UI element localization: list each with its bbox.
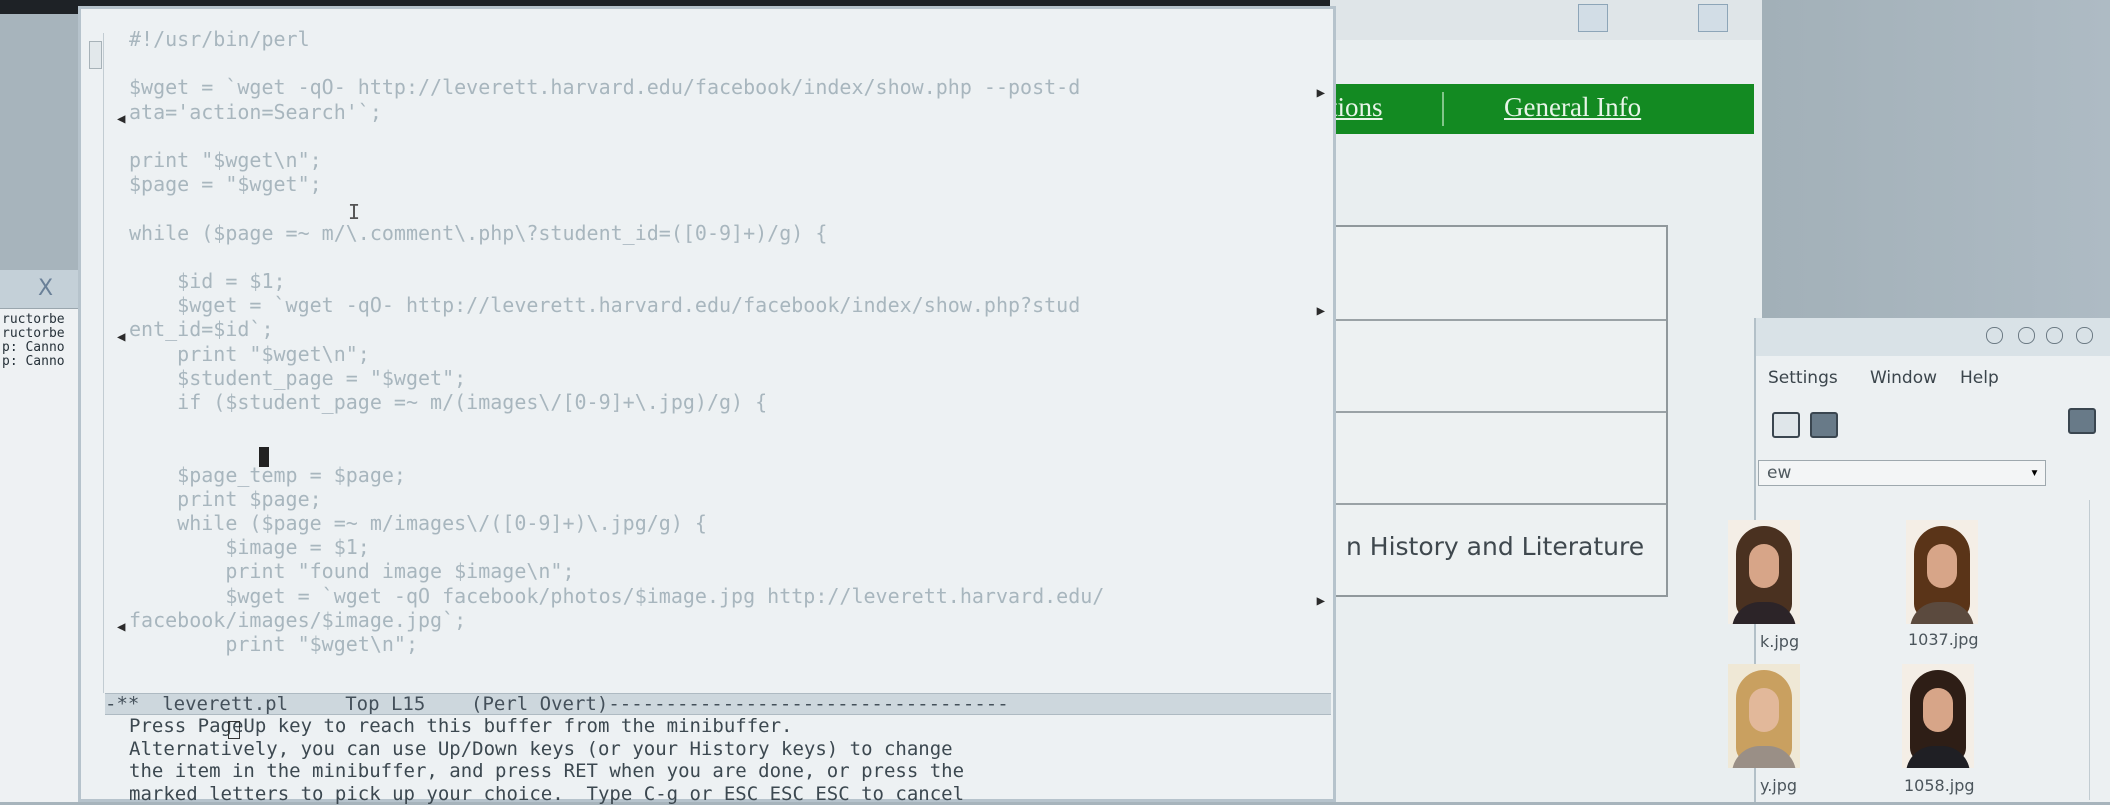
maximize-icon[interactable]	[2046, 327, 2063, 344]
code-line[interactable]: print "found image $image\n";	[129, 559, 1104, 583]
minibuffer-cursor	[228, 721, 240, 739]
continuation-arrow-icon: ▶	[1317, 303, 1325, 319]
app-icon	[2068, 408, 2096, 434]
code-line[interactable]	[129, 51, 1104, 75]
code-line[interactable]: $wget = `wget -qO facebook/photos/$image…	[129, 584, 1104, 608]
code-line[interactable]: while ($page =~ m/\.comment\.php\?studen…	[129, 221, 1104, 245]
code-line[interactable]: $wget = `wget -qO- http://leverett.harva…	[129, 75, 1104, 99]
terminal-line: ructorbe	[2, 327, 90, 341]
image-view-icon[interactable]	[1810, 412, 1838, 438]
help-icon[interactable]	[1986, 327, 2003, 344]
chevron-down-icon[interactable]: ▾	[2030, 463, 2039, 481]
nav-separator	[1442, 92, 1444, 126]
thumbnail-caption: k.jpg	[1760, 632, 1799, 651]
code-line[interactable]: $page_temp = $page;	[129, 463, 1104, 487]
code-line[interactable]: print "$wget\n";	[129, 342, 1104, 366]
mouse-ibeam-cursor: I	[348, 200, 360, 224]
thumbnail-caption: 1058.jpg	[1904, 776, 1975, 795]
thumbnail-partial[interactable]	[1728, 664, 1800, 768]
minibuffer-line: Press PageUp key to reach this buffer fr…	[129, 715, 964, 738]
terminal-line: ructorbe	[2, 313, 90, 327]
path-combo[interactable]: ew ▾	[1758, 460, 2046, 486]
terminal-line: p: Canno	[2, 355, 90, 369]
minibuffer-line: Alternatively, you can use Up/Down keys …	[129, 738, 964, 761]
browser-back-button[interactable]	[1578, 4, 1608, 32]
menu-window[interactable]: Window	[1870, 368, 1937, 388]
code-line[interactable]: if ($student_page =~ m/(images\/[0-9]+\.…	[129, 390, 1104, 414]
code-line[interactable]: $wget = `wget -qO- http://leverett.harva…	[129, 293, 1104, 317]
browser-toolbar	[1330, 0, 1762, 40]
image-browser-window[interactable]: Settings Window Help ew ▾ k.jpg 1037.jpg…	[1754, 318, 2110, 802]
thumbnail-1058[interactable]	[1902, 664, 1974, 768]
code-line[interactable]	[129, 245, 1104, 269]
minimize-icon[interactable]	[2018, 327, 2035, 344]
continuation-arrow-icon: ◀	[117, 329, 125, 345]
code-line[interactable]: print "$wget\n";	[129, 148, 1104, 172]
table-row	[1330, 411, 1666, 413]
table-row	[1330, 319, 1666, 321]
continuation-arrow-icon: ▶	[1317, 85, 1325, 101]
code-line[interactable]	[129, 438, 1104, 462]
nav-link-general-info[interactable]: General Info	[1504, 92, 1641, 123]
thumbnail-caption: y.jpg	[1760, 776, 1797, 795]
code-line[interactable]	[129, 196, 1104, 220]
code-line[interactable]: $id = $1;	[129, 269, 1104, 293]
code-line[interactable]: while ($page =~ m/images\/([0-9]+)\.jpg/…	[129, 511, 1104, 535]
table-row	[1330, 503, 1666, 505]
code-line[interactable]: facebook/images/$image.jpg`;	[129, 608, 1104, 632]
code-line[interactable]: print $page;	[129, 487, 1104, 511]
continuation-arrow-icon: ◀	[117, 111, 125, 127]
code-line[interactable]: $page = "$wget";	[129, 172, 1104, 196]
code-line[interactable]: print "$wget\n";	[129, 632, 1104, 656]
close-icon[interactable]	[2076, 327, 2093, 344]
code-line[interactable]: #!/usr/bin/perl	[129, 27, 1104, 51]
nav-link-partial[interactable]: tions	[1330, 92, 1383, 123]
info-table: n History and Literature	[1330, 225, 1668, 597]
terminal-line: p: Canno	[2, 341, 90, 355]
path-combo-value: ew	[1767, 463, 1791, 483]
continuation-arrow-icon: ◀	[117, 619, 125, 635]
editor-scrollbar[interactable]	[87, 33, 104, 693]
code-line[interactable]: $student_page = "$wget";	[129, 366, 1104, 390]
minibuffer-help: Press PageUp key to reach this buffer fr…	[129, 715, 964, 805]
scrollbar-thumb[interactable]	[89, 41, 102, 69]
thumbnail-caption: 1037.jpg	[1908, 630, 1979, 649]
minibuffer-line: the item in the minibuffer, and press RE…	[129, 760, 964, 783]
terminal-title-icon: X	[38, 276, 53, 301]
code-buffer[interactable]: #!/usr/bin/perl $wget = `wget -qO- http:/…	[129, 27, 1104, 656]
browser-window[interactable]: tions General Info n History and Literat…	[1330, 0, 1762, 802]
history-literature-text: n History and Literature	[1346, 532, 1644, 561]
code-line[interactable]: $image = $1;	[129, 535, 1104, 559]
thumbnail-partial[interactable]	[1728, 520, 1800, 624]
code-line[interactable]	[129, 124, 1104, 148]
code-line[interactable]: ent_id=$id`;	[129, 317, 1104, 341]
code-line[interactable]: ata='action=Search'`;	[129, 100, 1104, 124]
viewer-scrollbar[interactable]	[2089, 500, 2106, 800]
code-line[interactable]	[129, 414, 1104, 438]
view-mode-icon[interactable]	[1772, 412, 1800, 438]
continuation-arrow-icon: ▶	[1317, 593, 1325, 609]
menu-help[interactable]: Help	[1960, 368, 1999, 388]
viewer-titlebar[interactable]	[1756, 318, 2110, 356]
thumbnail-1037[interactable]	[1906, 520, 1978, 624]
mode-line: -** leverett.pl Top L15 (Perl Overt)----…	[105, 693, 1331, 715]
menu-settings[interactable]: Settings	[1768, 368, 1838, 388]
emacs-window[interactable]: #!/usr/bin/perl $wget = `wget -qO- http:/…	[78, 6, 1336, 802]
browser-go-button[interactable]	[1698, 4, 1728, 32]
text-cursor	[259, 447, 269, 467]
site-nav-bar: tions General Info	[1330, 84, 1754, 134]
